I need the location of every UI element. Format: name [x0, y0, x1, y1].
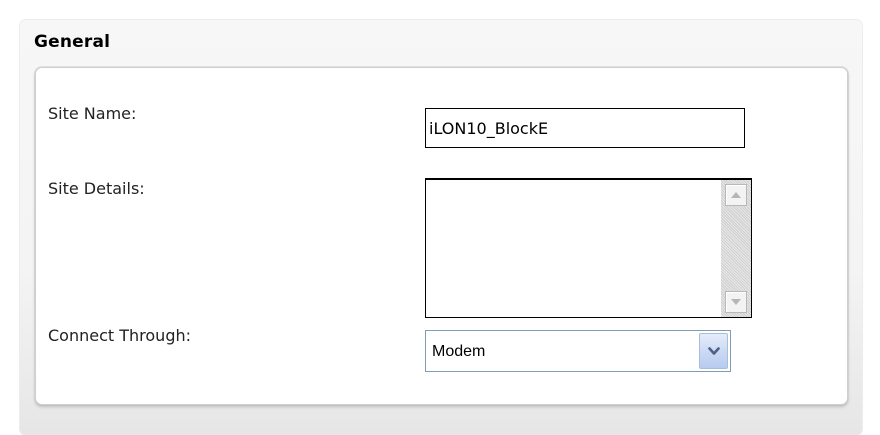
scroll-up-button[interactable]: [725, 184, 747, 206]
site-name-input[interactable]: [425, 108, 745, 148]
site-details-scrollbar[interactable]: [721, 180, 751, 317]
section-title: General: [34, 32, 111, 52]
connect-through-label: Connect Through:: [48, 326, 191, 345]
chevron-down-icon: [707, 346, 720, 355]
arrow-down-icon: [731, 299, 741, 305]
connect-through-select[interactable]: Modem: [425, 330, 731, 372]
general-panel: General Site Name: Site Details: Connec: [20, 20, 862, 435]
scroll-down-button[interactable]: [725, 291, 747, 313]
arrow-up-icon: [731, 192, 741, 198]
general-form: Site Name: Site Details: Connect Through…: [35, 67, 848, 405]
connect-through-value: Modem: [432, 343, 486, 360]
connect-through-dropdown-button[interactable]: [699, 333, 728, 369]
site-name-label: Site Name:: [48, 104, 137, 123]
site-details-label: Site Details:: [48, 179, 145, 198]
site-details-textarea[interactable]: [425, 178, 752, 318]
